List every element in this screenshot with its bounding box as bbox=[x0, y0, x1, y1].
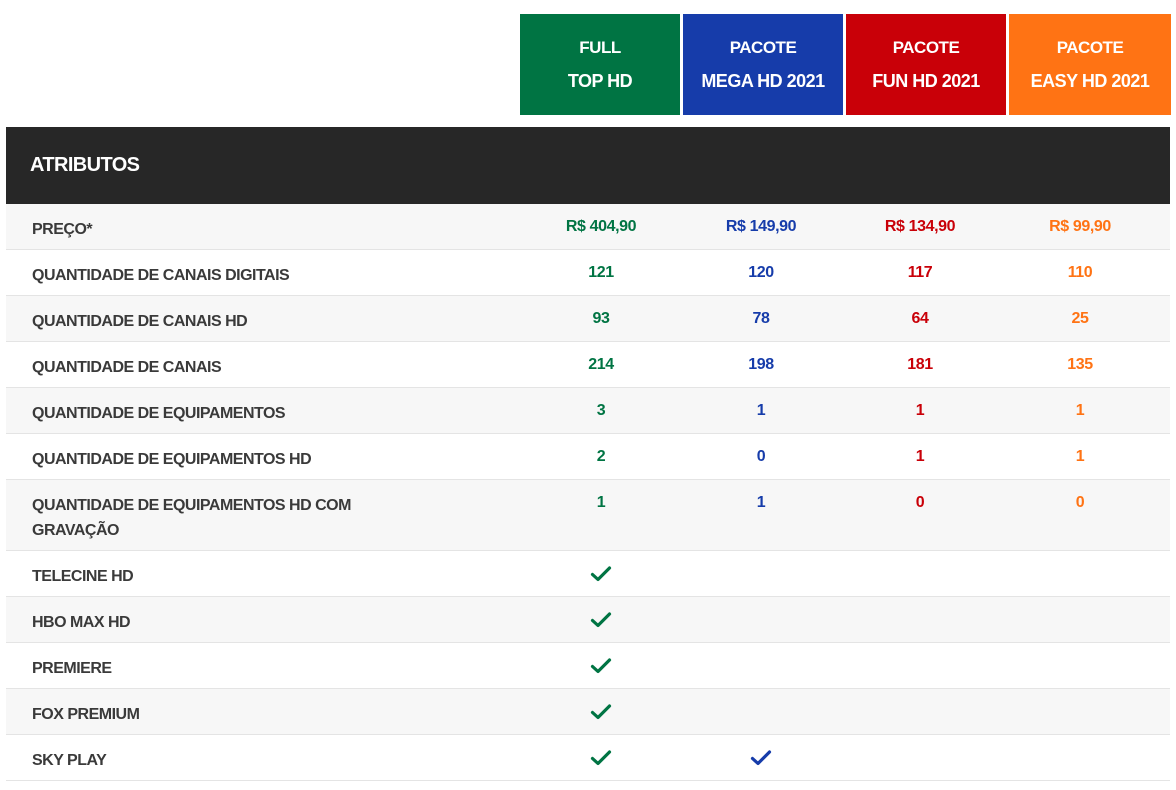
table-row: QUANTIDADE DE EQUIPAMENTOS 3 1 1 1 bbox=[6, 388, 1170, 434]
table-row: QUANTIDADE DE EQUIPAMENTOS HD 2 0 1 1 bbox=[6, 434, 1170, 480]
plan-name-line1: FULL bbox=[579, 38, 621, 57]
row-value: 181 bbox=[907, 356, 933, 373]
check-icon bbox=[590, 566, 612, 582]
row-value: 214 bbox=[588, 356, 614, 373]
row-value: 1 bbox=[1075, 448, 1085, 465]
plan-name-line2: MEGA HD 2021 bbox=[701, 71, 825, 91]
row-label: HBO MAX HD bbox=[32, 614, 131, 631]
table-row: QUANTIDADE DE CANAIS HD 93 78 64 25 bbox=[6, 296, 1170, 342]
row-value: 1 bbox=[1075, 402, 1085, 419]
row-check-cell bbox=[840, 689, 1000, 702]
attributes-table: PREÇO* R$ 404,90 R$ 149,90 R$ 134,90 R$ 99,9… bbox=[6, 204, 1170, 781]
table-row: FOX PREMIUM bbox=[6, 689, 1170, 735]
check-icon bbox=[590, 658, 612, 674]
row-check-cell bbox=[840, 597, 1000, 610]
row-check-cell bbox=[1000, 597, 1160, 610]
row-label: QUANTIDADE DE EQUIPAMENTOS HD bbox=[32, 451, 312, 468]
plan-card-full-top-hd[interactable]: FULL TOP HD bbox=[520, 14, 680, 115]
row-value: 120 bbox=[748, 264, 774, 281]
row-label: SKY PLAY bbox=[32, 752, 107, 769]
row-check-cell bbox=[1000, 643, 1160, 656]
check-icon bbox=[590, 750, 612, 766]
row-label: PREÇO* bbox=[32, 221, 93, 238]
row-value: R$ 404,90 bbox=[565, 218, 637, 235]
row-value: 0 bbox=[756, 448, 766, 465]
table-row: QUANTIDADE DE CANAIS DIGITAIS 121 120 117 11… bbox=[6, 250, 1170, 296]
row-label: QUANTIDADE DE EQUIPAMENTOS bbox=[32, 405, 286, 422]
row-value: 1 bbox=[915, 402, 925, 419]
row-check-cell bbox=[840, 735, 1000, 748]
row-check-cell bbox=[840, 551, 1000, 564]
plan-card-fun-hd-2021[interactable]: PACOTE FUN HD 2021 bbox=[846, 14, 1006, 115]
row-check-cell bbox=[682, 689, 840, 702]
row-check-cell bbox=[1000, 735, 1160, 748]
plan-card-easy-hd-2021[interactable]: PACOTE EASY HD 2021 bbox=[1009, 14, 1171, 115]
row-value: 64 bbox=[911, 310, 929, 327]
check-icon bbox=[590, 612, 612, 628]
plan-name-line1: PACOTE bbox=[892, 38, 960, 57]
plan-comparison-page: FULL TOP HD PACOTE MEGA HD 2021 PACOTE F… bbox=[0, 0, 1176, 790]
row-value: 3 bbox=[596, 402, 606, 419]
row-label: QUANTIDADE DE CANAIS bbox=[32, 359, 222, 376]
table-row: QUANTIDADE DE EQUIPAMENTOS HD COM GRAVAÇ… bbox=[6, 480, 1170, 551]
row-value: 78 bbox=[752, 310, 770, 327]
row-label: TELECINE HD bbox=[32, 568, 134, 585]
row-check-cell bbox=[682, 643, 840, 656]
row-value: 1 bbox=[756, 494, 766, 511]
row-value: 110 bbox=[1067, 264, 1093, 281]
row-value: 121 bbox=[588, 264, 614, 281]
table-row: PREMIERE bbox=[6, 643, 1170, 689]
table-row: PREÇO* R$ 404,90 R$ 149,90 R$ 134,90 R$ 99,9… bbox=[6, 204, 1170, 250]
plan-name-line2: FUN HD 2021 bbox=[872, 71, 980, 91]
row-check-cell bbox=[840, 643, 1000, 656]
row-value: 0 bbox=[915, 494, 925, 511]
row-value: 1 bbox=[756, 402, 766, 419]
row-value: 1 bbox=[596, 494, 606, 511]
plan-headers: FULL TOP HD PACOTE MEGA HD 2021 PACOTE F… bbox=[520, 14, 1171, 115]
plan-name-line1: PACOTE bbox=[1056, 38, 1124, 57]
plan-name-line1: PACOTE bbox=[729, 38, 797, 57]
row-check-cell bbox=[520, 735, 682, 768]
check-icon bbox=[750, 750, 772, 766]
row-check-cell bbox=[682, 551, 840, 564]
row-check-cell bbox=[682, 735, 840, 768]
row-value: 0 bbox=[1075, 494, 1085, 511]
row-label: QUANTIDADE DE EQUIPAMENTOS HD COM GRAVAÇ… bbox=[32, 497, 351, 539]
attributes-title: ATRIBUTOS bbox=[30, 154, 140, 176]
row-check-cell bbox=[682, 597, 840, 610]
row-value: 135 bbox=[1067, 356, 1093, 373]
row-check-cell bbox=[1000, 689, 1160, 702]
row-value: 1 bbox=[915, 448, 925, 465]
plan-name-line2: TOP HD bbox=[567, 71, 633, 91]
row-value: R$ 149,90 bbox=[725, 218, 797, 235]
table-row: TELECINE HD bbox=[6, 551, 1170, 597]
attributes-header: ATRIBUTOS bbox=[6, 127, 1170, 204]
row-check-cell bbox=[520, 597, 682, 630]
table-row: QUANTIDADE DE CANAIS 214 198 181 135 bbox=[6, 342, 1170, 388]
row-check-cell bbox=[520, 551, 682, 584]
row-value: 25 bbox=[1071, 310, 1089, 327]
table-row: SKY PLAY bbox=[6, 735, 1170, 781]
row-label: QUANTIDADE DE CANAIS DIGITAIS bbox=[32, 267, 290, 284]
table-row: HBO MAX HD bbox=[6, 597, 1170, 643]
row-check-cell bbox=[520, 643, 682, 676]
plan-card-mega-hd-2021[interactable]: PACOTE MEGA HD 2021 bbox=[683, 14, 843, 115]
row-label: QUANTIDADE DE CANAIS HD bbox=[32, 313, 248, 330]
row-value: 198 bbox=[748, 356, 774, 373]
row-value: R$ 134,90 bbox=[884, 218, 956, 235]
plan-name-line2: EASY HD 2021 bbox=[1030, 71, 1150, 91]
row-value: 117 bbox=[907, 264, 933, 281]
row-label: FOX PREMIUM bbox=[32, 706, 140, 723]
row-value: 93 bbox=[592, 310, 610, 327]
row-label: PREMIERE bbox=[32, 660, 112, 677]
row-value: R$ 99,90 bbox=[1049, 218, 1111, 235]
row-check-cell bbox=[1000, 551, 1160, 564]
check-icon bbox=[590, 704, 612, 720]
row-check-cell bbox=[520, 689, 682, 722]
row-value: 2 bbox=[596, 448, 606, 465]
